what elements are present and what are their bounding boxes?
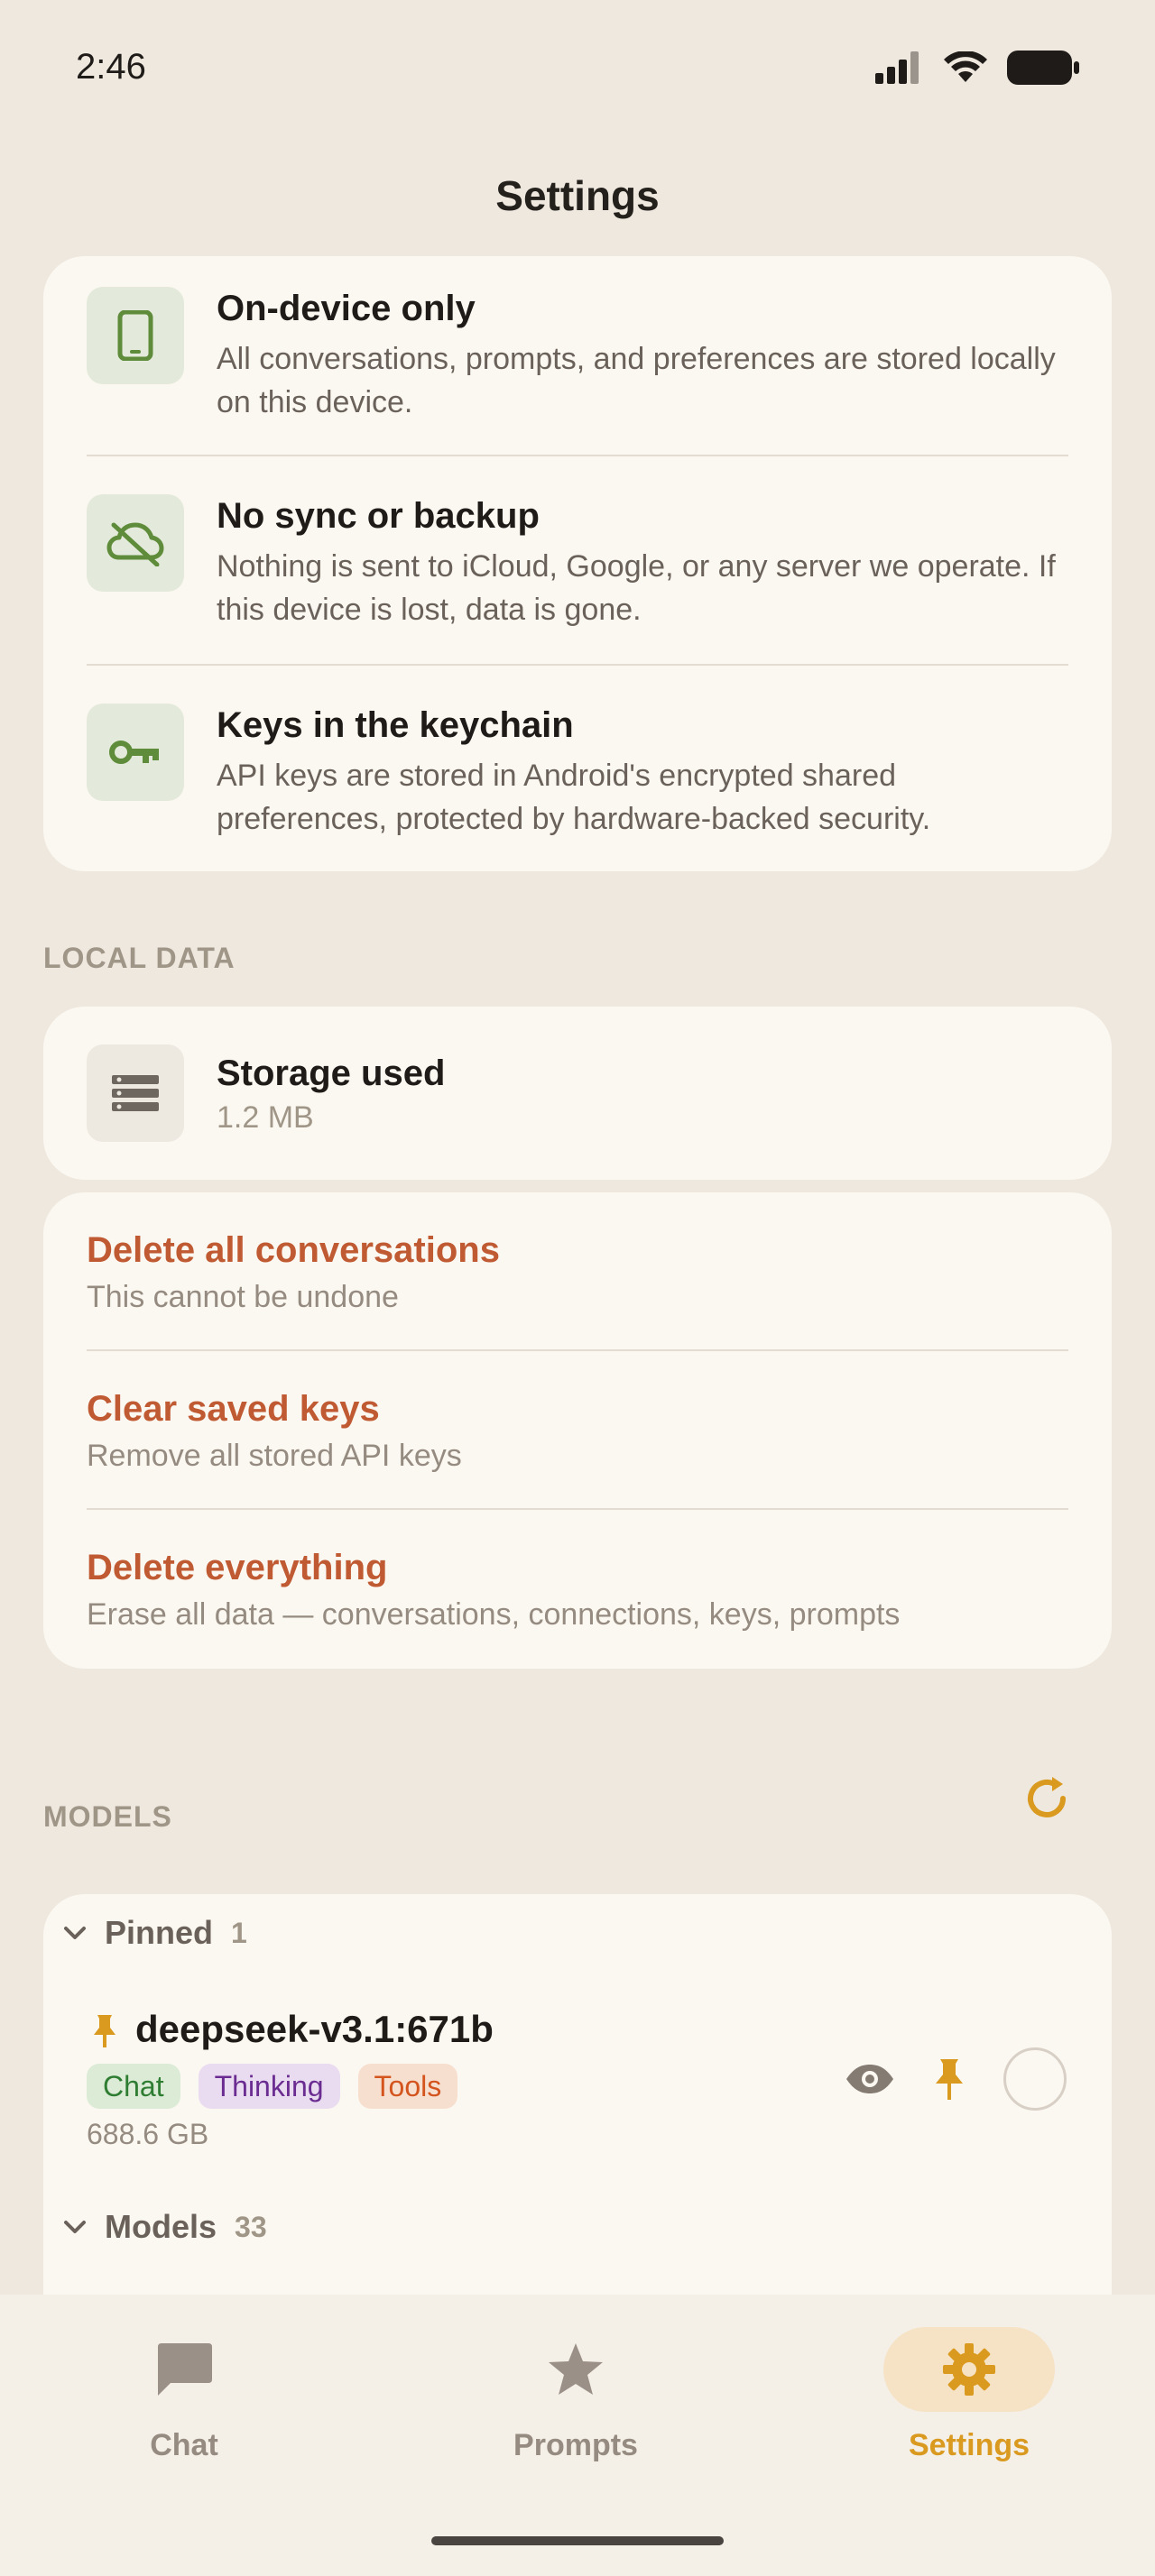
- pinned-group-header[interactable]: Pinned 1: [63, 1914, 247, 1952]
- storage-value: 1.2 MB: [217, 1100, 314, 1135]
- battery-icon: [1007, 51, 1079, 85]
- privacy-title: No sync or backup: [217, 496, 540, 536]
- model-tags: Chat Thinking Tools: [87, 2064, 458, 2109]
- model-size: 688.6 GB: [87, 2118, 209, 2150]
- privacy-row-keychain: Keys in the keychain API keys are stored…: [87, 704, 1068, 866]
- models-group-header[interactable]: Models 33: [63, 2208, 267, 2246]
- wifi-icon: [944, 51, 987, 82]
- model-name: deepseek-v3.1:671b: [135, 2008, 494, 2050]
- nav-icon-wrap: [883, 2327, 1055, 2412]
- pin-icon: [94, 2015, 116, 2047]
- privacy-title: Keys in the keychain: [217, 705, 574, 745]
- privacy-title: On-device only: [217, 289, 476, 328]
- danger-title: Delete all conversations: [87, 1230, 500, 1270]
- privacy-description: All conversations, prompts, and preferen…: [217, 342, 1056, 419]
- tag-thinking: Thinking: [198, 2064, 340, 2109]
- delete-conversations-button[interactable]: Delete all conversations This cannot be …: [87, 1230, 1068, 1315]
- pin-icon[interactable]: [931, 2056, 967, 2102]
- bottom-nav: Chat Prompts Settings: [0, 2295, 1155, 2576]
- privacy-description: API keys are stored in Android's encrypt…: [217, 759, 931, 836]
- section-header-models: MODELS: [43, 1800, 172, 1833]
- status-bar: 2:46: [0, 0, 1155, 135]
- nav-label: Settings: [908, 2428, 1030, 2462]
- divider: [87, 664, 1068, 666]
- model-select-radio[interactable]: [1003, 2047, 1067, 2111]
- divider: [87, 1349, 1068, 1351]
- chat-icon: [158, 2343, 212, 2396]
- signal-icon: [875, 51, 919, 84]
- chevron-down-icon: [64, 1927, 86, 1939]
- home-indicator: [431, 2536, 724, 2545]
- danger-subtitle: Erase all data — conversations, connecti…: [87, 1597, 901, 1632]
- star-icon: [549, 2343, 603, 2395]
- danger-title: Delete everything: [87, 1548, 388, 1587]
- page-title: Settings: [495, 172, 660, 219]
- delete-everything-button[interactable]: Delete everything Erase all data — conve…: [87, 1548, 1068, 1633]
- nav-chat[interactable]: Chat: [67, 2295, 301, 2463]
- gear-icon: [943, 2343, 995, 2396]
- group-label: Models: [105, 2208, 217, 2245]
- clear-keys-button[interactable]: Clear saved keys Remove all stored API k…: [87, 1389, 1068, 1474]
- storage-card: Storage used 1.2 MB: [43, 1007, 1112, 1180]
- section-header-local-data: LOCAL DATA: [43, 942, 236, 974]
- cloud-off-icon: [87, 494, 184, 592]
- privacy-row-no-sync: No sync or backup Nothing is sent to iCl…: [87, 494, 1068, 657]
- nav-icon-wrap: [490, 2327, 661, 2412]
- storage-icon: [87, 1044, 184, 1142]
- key-icon: [87, 704, 184, 801]
- danger-subtitle: Remove all stored API keys: [87, 1439, 462, 1473]
- privacy-row-on-device: On-device only All conversations, prompt…: [87, 287, 1068, 449]
- model-actions: [845, 2047, 1067, 2111]
- divider: [87, 1508, 1068, 1510]
- chevron-down-icon: [64, 2221, 86, 2233]
- nav-settings[interactable]: Settings: [852, 2295, 1086, 2463]
- tag-chat: Chat: [87, 2064, 180, 2109]
- privacy-description: Nothing is sent to iCloud, Google, or an…: [217, 549, 1056, 627]
- group-label: Pinned: [105, 1914, 214, 1951]
- group-count: 1: [231, 1916, 247, 1949]
- nav-icon-wrap: [98, 2327, 270, 2412]
- nav-label: Chat: [150, 2428, 218, 2462]
- tag-tools: Tools: [357, 2064, 458, 2109]
- phone-icon: [87, 287, 184, 384]
- refresh-models-button[interactable]: [1020, 1771, 1074, 1826]
- nav-prompts[interactable]: Prompts: [458, 2295, 693, 2463]
- nav-label: Prompts: [513, 2428, 638, 2462]
- status-icons: [875, 51, 1079, 85]
- group-count: 33: [235, 2210, 267, 2243]
- privacy-card: On-device only All conversations, prompt…: [43, 256, 1112, 871]
- divider: [87, 455, 1068, 456]
- refresh-icon: [1028, 1777, 1066, 1817]
- eye-icon[interactable]: [845, 2063, 895, 2095]
- danger-zone-card: Delete all conversations This cannot be …: [43, 1192, 1112, 1669]
- status-time: 2:46: [76, 47, 146, 87]
- danger-subtitle: This cannot be undone: [87, 1280, 399, 1314]
- danger-title: Clear saved keys: [87, 1389, 380, 1429]
- storage-title: Storage used: [217, 1053, 446, 1093]
